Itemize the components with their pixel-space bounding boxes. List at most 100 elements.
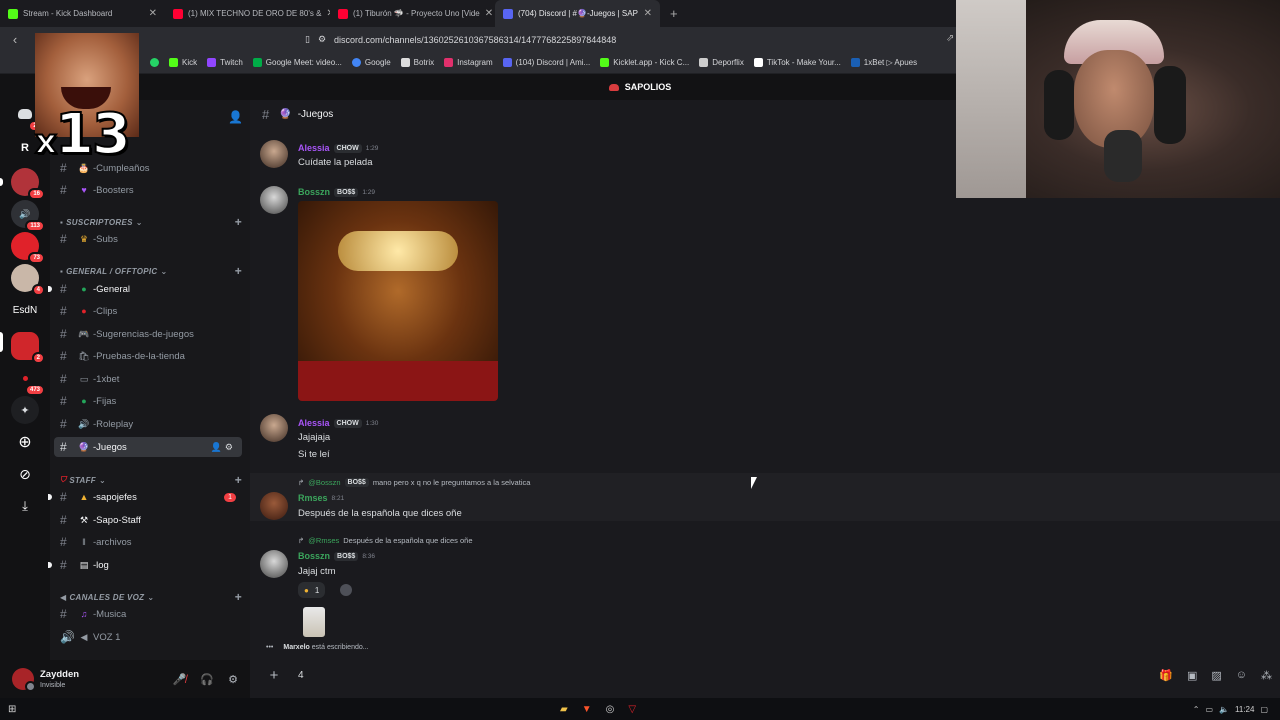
reply-preview[interactable]: ↱ @Bosszn BO$$ mano pero x q no le pregu… (298, 478, 530, 487)
author-name[interactable]: Bosszn (298, 187, 330, 197)
channel-log[interactable]: # ▤ -log (48, 555, 242, 575)
headphones-icon[interactable]: 🎧 (200, 673, 214, 686)
category-general-offtopic[interactable]: ▪ GENERAL / OFFTOPIC ⌄ + (60, 264, 242, 278)
channel-settings-icon[interactable]: 👤⚙ (211, 442, 236, 453)
sticker-icon[interactable]: ▨ (1211, 669, 1221, 682)
gif-icon[interactable]: ▣ (1187, 669, 1197, 682)
gift-icon[interactable]: 🎁 (1159, 669, 1173, 682)
create-channel-icon[interactable]: + (235, 264, 242, 278)
browser-tab-active[interactable]: (704) Discord | #🔮-Juegos | SAP ✕ (495, 0, 660, 27)
server-icon[interactable]: 🔊 113 (11, 200, 45, 232)
create-channel-icon[interactable]: + (235, 473, 242, 487)
gear-icon[interactable]: ⚙ (228, 673, 238, 686)
avatar[interactable] (260, 550, 288, 578)
server-icon[interactable]: EsdN (11, 296, 39, 324)
bookmark[interactable]: 1xBet ▷ Apues (850, 58, 917, 67)
volume-icon[interactable]: 🔈 (1219, 705, 1229, 714)
channel-musica[interactable]: # ♫ -Musica (54, 604, 242, 624)
category-staff[interactable]: ⛉ STAFF ⌄ + (60, 473, 242, 487)
create-channel-icon[interactable]: + (235, 215, 242, 229)
bookmark[interactable]: Deporflix (699, 58, 744, 67)
notifications-icon[interactable]: ▢ (1260, 705, 1268, 714)
voice-channel-voz-1[interactable]: 🔊 ◀ VOZ 1 (54, 627, 242, 647)
browser-tab[interactable]: (1) Tiburón 🦈 - Proyecto Uno [Vide ✕ (330, 0, 495, 27)
close-icon[interactable]: ✕ (644, 8, 652, 19)
add-reaction-icon[interactable] (340, 584, 352, 596)
avatar[interactable] (12, 668, 36, 692)
url-text[interactable]: discord.com/channels/1360252610367586314… (334, 35, 616, 45)
add-server-button[interactable]: ⊕ (11, 428, 39, 456)
browser-tab[interactable]: (1) MIX TECHNO DE ORO DE 80's & ✕ (165, 0, 330, 27)
channel-sapojefes[interactable]: # ▲ -sapojefes 1 (48, 487, 242, 507)
channel-fijas[interactable]: # ● -Fijas (54, 391, 242, 411)
channel-pruebas-tienda[interactable]: # 🛍 -Pruebas-de-la-tienda (54, 346, 242, 366)
category-canales-de-voz[interactable]: ◀ CANALES DE VOZ ⌄ + (60, 590, 242, 604)
emoji-icon[interactable]: ☺ (1236, 669, 1247, 682)
bookmark[interactable]: Instagram (444, 58, 493, 67)
bookmark[interactable]: Google Meet: video... (252, 58, 342, 67)
avatar[interactable] (260, 140, 288, 168)
new-tab-icon[interactable]: + (660, 6, 688, 21)
avatar[interactable] (260, 414, 288, 442)
close-icon[interactable]: ✕ (149, 8, 157, 19)
bookmark-icon[interactable]: ▯ (305, 34, 310, 45)
bookmark[interactable]: Google (351, 58, 391, 67)
reply-preview[interactable]: ↱ @Rmses Después de la española que dice… (298, 536, 473, 545)
message-composer[interactable]: + 4 🎁 ▣ ▨ ☺ ⁂ (262, 660, 1272, 690)
channel-sugerencias[interactable]: # 🎮 -Sugerencias-de-juegos (54, 324, 242, 344)
discover-button[interactable]: ✦ (11, 396, 39, 424)
brave-browser-icon[interactable]: ▼ (582, 704, 592, 715)
channel-roleplay[interactable]: # 🔊 -Roleplay (54, 414, 242, 434)
channel-general[interactable]: # ● -General (48, 279, 242, 299)
site-info-icon[interactable]: ⚙ (318, 34, 326, 45)
sticker-image[interactable] (303, 607, 325, 637)
channel-archivos[interactable]: # ǁ -archivos (54, 532, 242, 552)
server-icon[interactable]: 4 (11, 264, 45, 296)
attach-plus-icon[interactable]: + (262, 667, 286, 684)
mic-muted-icon[interactable]: 🎤̸ (173, 673, 187, 686)
username[interactable]: Zaydden (40, 669, 79, 680)
add-friend-icon[interactable]: 👤 (228, 110, 243, 124)
reaction-pill[interactable]: ● 1 (298, 582, 326, 598)
author-name[interactable]: Alessia (298, 418, 330, 428)
server-icon[interactable]: 73 (11, 232, 45, 264)
author-name[interactable]: Bosszn (298, 551, 330, 561)
gif-image[interactable] (298, 201, 498, 401)
close-icon[interactable]: ✕ (485, 8, 493, 19)
back-icon[interactable]: ‹ (0, 32, 30, 47)
server-icon-sapolios[interactable]: 2 (11, 332, 45, 364)
network-icon[interactable]: ▭ (1205, 705, 1213, 714)
channel-clips[interactable]: # ● -Clips (54, 301, 242, 321)
bookmark[interactable]: (104) Discord | Ami... (502, 58, 590, 67)
bookmark[interactable]: Kicklet.app - Kick C... (600, 58, 689, 67)
avatar[interactable] (260, 186, 288, 214)
bookmark[interactable]: TikTok - Make Your... (753, 58, 841, 67)
obs-icon[interactable]: ◎ (606, 704, 615, 715)
apps-icon[interactable]: ⁂ (1261, 669, 1272, 682)
explore-button[interactable]: ⊘ (11, 460, 39, 488)
whatsapp-bookmark[interactable] (150, 58, 159, 67)
app-icon[interactable]: ▽ (628, 704, 636, 715)
category-suscriptores[interactable]: ▪ SUSCRIPTORES ⌄ + (60, 215, 242, 229)
channel-1xbet[interactable]: # ▭ -1xbet (54, 369, 242, 389)
windows-start-icon[interactable]: ⊞ (8, 704, 16, 715)
chevron-up-icon[interactable]: ⌃ (1193, 705, 1200, 714)
file-explorer-icon[interactable]: ▰ (560, 704, 568, 715)
avatar[interactable] (260, 492, 288, 520)
create-channel-icon[interactable]: + (235, 590, 242, 604)
bookmark[interactable]: Kick (169, 58, 197, 67)
server-icon[interactable]: 473 (11, 364, 45, 396)
download-apps-button[interactable]: ⤓ (11, 492, 39, 520)
channel-boosters[interactable]: # ♥ -Boosters (54, 180, 242, 200)
channel-subs[interactable]: # ♛ -Subs (54, 229, 242, 249)
address-bar[interactable]: ▯ ⚙ discord.com/channels/136025261036758… (305, 34, 616, 45)
browser-tab[interactable]: Stream - Kick Dashboard ✕ (0, 0, 165, 27)
clock[interactable]: 11:24 (1235, 705, 1254, 714)
channel-juegos[interactable]: # 🔮 -Juegos 👤⚙ (54, 437, 242, 457)
channel-sapo-staff[interactable]: # ⚒ -Sapo-Staff (54, 510, 242, 530)
composer-input[interactable]: 4 (298, 670, 304, 681)
author-name[interactable]: Alessia (298, 143, 330, 153)
server-icon[interactable]: 16 (11, 168, 45, 200)
bookmark[interactable]: Twitch (207, 58, 243, 67)
bookmark[interactable]: Botrix (400, 58, 434, 67)
